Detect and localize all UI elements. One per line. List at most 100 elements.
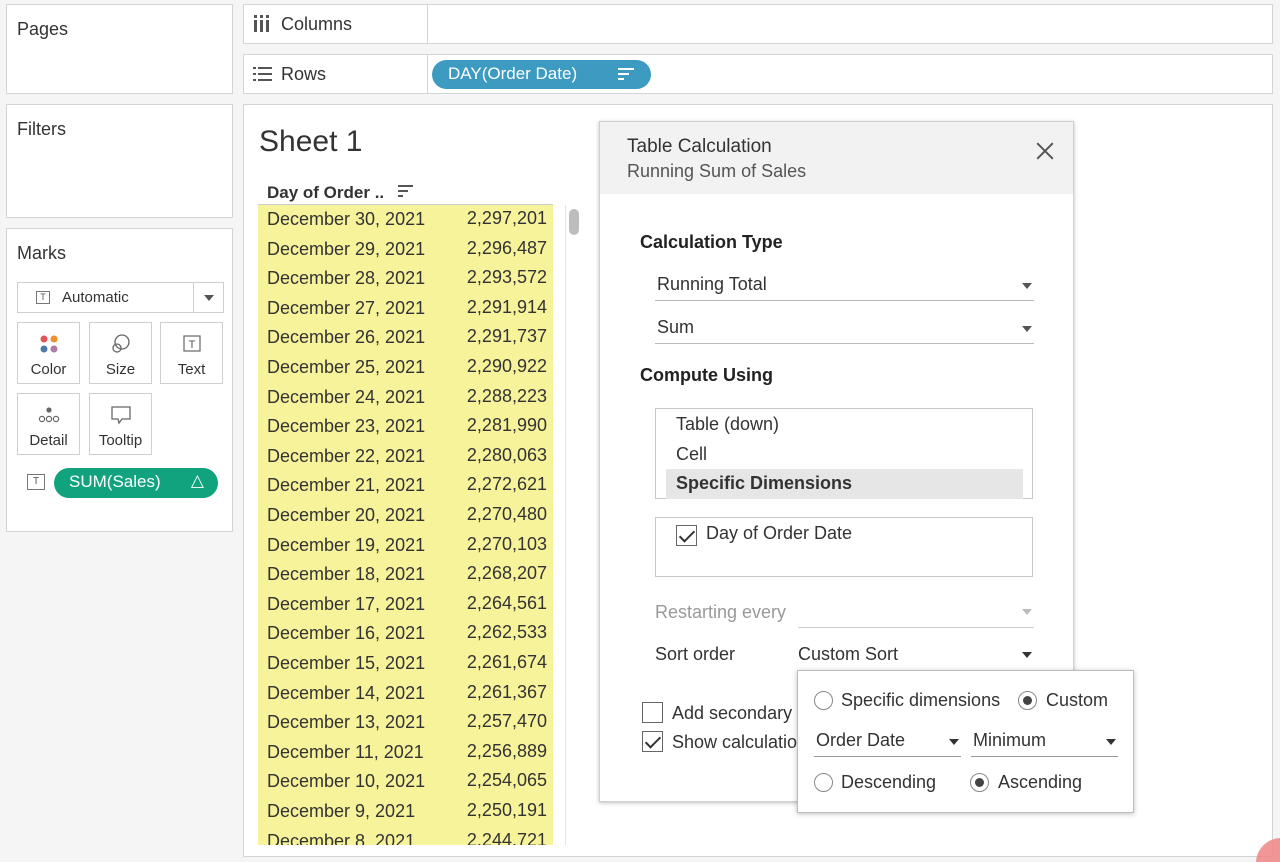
custom-label: Custom [1046, 690, 1109, 710]
row-date: December 14, 2021 [267, 682, 426, 703]
table-row[interactable]: December 22, 2021 2,280,063 [258, 442, 553, 472]
row-date: December 9, 2021 [267, 801, 416, 821]
sort-order-value: Custom Sort [798, 644, 899, 664]
sort-aggregation-select[interactable]: Minimum [971, 727, 1118, 757]
sort-field-select[interactable]: Order Date [814, 727, 961, 757]
text-mark-button[interactable]: T Text [160, 322, 223, 384]
day-of-order-date-label: Day of Order Date [706, 523, 853, 543]
restarting-every-select [798, 596, 1034, 628]
size-mark-button[interactable]: Size [89, 322, 152, 384]
filters-title: Filters [17, 119, 66, 139]
table-row[interactable]: December 11, 2021 2,256,889 [258, 738, 553, 768]
sort-order-select[interactable]: Custom Sort [798, 638, 1034, 670]
tooltip-icon [110, 406, 131, 425]
table-row[interactable]: December 24, 2021 2,288,223 [258, 383, 553, 413]
row-date: December 18, 2021 [267, 564, 426, 585]
specific-dimensions-radio[interactable] [814, 691, 833, 710]
day-order-date-pill[interactable]: DAY(Order Date) [432, 60, 651, 89]
add-secondary-label: Add secondary [672, 703, 793, 723]
row-value: 2,250,191 [466, 800, 547, 820]
aggregation-select[interactable]: Sum [655, 312, 1034, 344]
table-row[interactable]: December 29, 2021 2,296,487 [258, 235, 553, 265]
compute-option-table-down[interactable]: Table (down) [666, 410, 1023, 440]
sort-descending-icon[interactable] [398, 185, 414, 199]
table-row[interactable]: December 15, 2021 2,261,674 [258, 649, 553, 679]
calculation-type-select[interactable]: Running Total [655, 269, 1034, 301]
text-mark-icon: T [36, 291, 50, 304]
table-row[interactable]: December 23, 2021 2,281,990 [258, 412, 553, 442]
row-value: 2,261,674 [466, 652, 547, 672]
dialog-header[interactable]: Table Calculation Running Sum of Sales [600, 122, 1073, 194]
sort-descending-icon [618, 68, 634, 82]
rows-shelf-label: Rows [244, 55, 428, 93]
day-of-order-date-checkbox[interactable] [676, 525, 697, 546]
table-row[interactable]: December 26, 2021 2,291,737 [258, 323, 553, 353]
filters-card[interactable]: Filters [6, 104, 233, 218]
row-value: 2,261,367 [466, 681, 547, 702]
table-row[interactable]: December 16, 2021 2,262,533 [258, 619, 553, 649]
aggregation-value: Sum [657, 317, 695, 337]
descending-radio[interactable] [814, 773, 833, 792]
tooltip-mark-button[interactable]: Tooltip [89, 393, 152, 455]
mark-type-dropdown[interactable] [193, 283, 223, 312]
chevron-down-icon [1022, 326, 1032, 332]
row-value: 2,291,914 [466, 296, 547, 317]
day-order-date-pill-label: DAY(Order Date) [448, 64, 578, 83]
color-mark-label: Color [30, 361, 67, 378]
table-row[interactable]: December 18, 2021 2,268,207 [258, 560, 553, 590]
row-date: December 25, 2021 [267, 357, 426, 377]
pages-title: Pages [17, 19, 69, 39]
row-date: December 28, 2021 [267, 268, 426, 289]
table-row[interactable]: December 20, 2021 2,270,480 [258, 501, 553, 531]
row-value: 2,280,063 [466, 444, 547, 465]
mark-type-select[interactable]: T Automatic [17, 282, 224, 313]
compute-option-cell[interactable]: Cell [666, 440, 1023, 470]
data-table: December 30, 2021 2,297,201 December 29, 2… [258, 205, 553, 845]
tooltip-mark-label: Tooltip [98, 432, 143, 449]
sheet-title: Sheet 1 [259, 125, 363, 158]
sort-aggregation-value: Minimum [973, 730, 1047, 750]
dialog-title: Table Calculation [627, 136, 772, 157]
row-value: 2,264,561 [466, 592, 547, 613]
table-row[interactable]: December 19, 2021 2,270,103 [258, 531, 553, 561]
table-row[interactable]: December 21, 2021 2,272,621 [258, 471, 553, 501]
add-secondary-checkbox[interactable] [642, 702, 663, 723]
table-row[interactable]: December 14, 2021 2,261,367 [258, 679, 553, 709]
column-header[interactable]: Day of Order .. [267, 183, 413, 203]
table-row[interactable]: December 9, 2021 2,250,191 [258, 797, 553, 827]
ascending-radio[interactable] [970, 773, 989, 792]
row-date: December 23, 2021 [267, 416, 426, 437]
row-value: 2,256,889 [466, 740, 547, 761]
row-date: December 26, 2021 [267, 327, 426, 348]
compute-option-specific-dimensions[interactable]: Specific Dimensions [666, 469, 1023, 499]
dialog-subtitle: Running Sum of Sales [627, 161, 807, 181]
pages-card[interactable]: Pages [6, 4, 233, 94]
table-row[interactable]: December 17, 2021 2,264,561 [258, 590, 553, 620]
chevron-down-icon [1022, 283, 1032, 289]
columns-shelf[interactable]: Columns [243, 4, 1273, 44]
sum-sales-pill[interactable]: SUM(Sales) △ [54, 468, 218, 498]
compute-using-heading: Compute Using [640, 365, 773, 385]
row-date: December 10, 2021 [267, 771, 426, 792]
show-calculation-checkbox[interactable] [642, 731, 663, 752]
table-row[interactable]: December 28, 2021 2,293,572 [258, 264, 553, 294]
table-row[interactable]: December 13, 2021 2,257,470 [258, 708, 553, 738]
row-date: December 16, 2021 [267, 623, 426, 644]
table-row[interactable]: December 30, 2021 2,297,201 [258, 205, 553, 235]
table-row[interactable]: December 8, 2021 2,244,721 [258, 827, 553, 845]
table-row[interactable]: December 27, 2021 2,291,914 [258, 294, 553, 324]
rows-shelf[interactable]: Rows DAY(Order Date) [243, 54, 1273, 94]
row-date: December 24, 2021 [267, 386, 426, 407]
vertical-scrollbar[interactable] [565, 205, 579, 845]
color-mark-button[interactable]: Color [17, 322, 80, 384]
chevron-down-icon [949, 739, 959, 745]
table-row[interactable]: December 10, 2021 2,254,065 [258, 767, 553, 797]
text-mark-label: Text [177, 361, 206, 378]
show-calculation-label: Show calculatio [672, 732, 798, 752]
custom-radio[interactable] [1018, 691, 1037, 710]
row-value: 2,290,922 [466, 356, 547, 376]
close-icon[interactable] [1032, 138, 1058, 164]
table-row[interactable]: December 25, 2021 2,290,922 [258, 353, 553, 383]
scrollbar-thumb[interactable] [569, 209, 579, 235]
detail-mark-button[interactable]: Detail [17, 393, 80, 455]
